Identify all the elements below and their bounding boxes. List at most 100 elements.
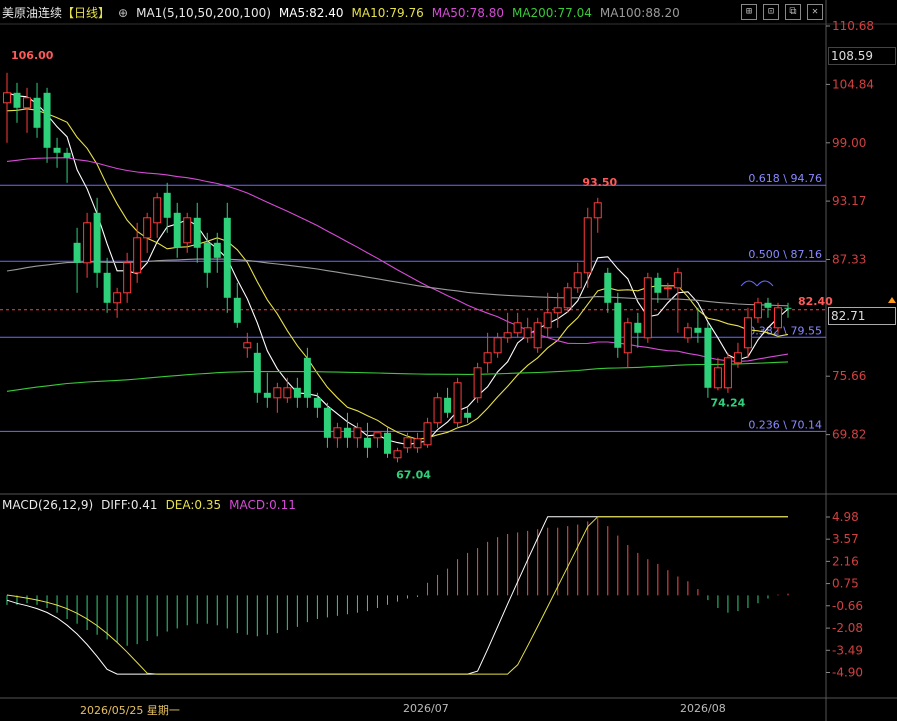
- candle-body: [573, 272, 582, 289]
- window-icon[interactable]: ⊡: [763, 4, 779, 20]
- candle-body: [363, 437, 371, 448]
- macd-tick-label: 4.98: [832, 510, 859, 524]
- candle-body: [464, 412, 472, 418]
- candle-body: [293, 387, 301, 398]
- candle-body: [73, 242, 81, 263]
- candle-body: [23, 97, 32, 109]
- candle-body: [583, 217, 592, 274]
- price-annotation: 106.00: [11, 49, 54, 62]
- candle-body: [153, 197, 162, 224]
- price-tick-label: 87.33: [832, 253, 866, 267]
- candle-body: [233, 297, 241, 323]
- candle-body: [263, 392, 271, 398]
- candle-body: [313, 397, 321, 408]
- macd-tick-label: -3.49: [832, 643, 863, 657]
- candle-body: [333, 427, 342, 439]
- candle-body: [323, 407, 331, 438]
- x-label-jul: 2026/07: [403, 702, 449, 715]
- candle-body: [3, 92, 11, 104]
- candle-body: [513, 322, 522, 334]
- candle-body: [93, 212, 101, 273]
- candle-body: [523, 327, 532, 339]
- candle-body: [63, 152, 71, 158]
- price-annotation: 67.04: [396, 468, 431, 481]
- ma50-value: MA50:78.80: [431, 6, 504, 20]
- candle-body: [343, 427, 351, 438]
- grid-icon[interactable]: ⊞: [741, 4, 757, 20]
- candle-body: [614, 302, 622, 348]
- candle-body: [163, 192, 171, 218]
- close-icon[interactable]: ✕: [807, 4, 823, 20]
- macd-dea: DEA:0.35: [165, 498, 222, 512]
- candle-body: [143, 217, 152, 239]
- candle-body: [713, 367, 722, 389]
- ma100-value: MA100:88.20: [599, 6, 680, 20]
- candle-body: [604, 272, 612, 303]
- candle-body: [123, 262, 132, 294]
- price-tick-label: 99.00: [832, 136, 866, 150]
- macd-tick-label: 0.75: [832, 577, 859, 591]
- fib-label: 0.236 \ 70.14: [748, 418, 822, 431]
- ma200-value: MA200:77.04: [511, 6, 592, 20]
- candle-body: [83, 222, 92, 264]
- candle-body: [553, 307, 562, 314]
- macd-tick-label: 3.57: [832, 532, 859, 546]
- circle-plus-icon[interactable]: ⊕: [118, 6, 128, 20]
- candle-body: [503, 332, 512, 339]
- candle-body: [393, 450, 402, 459]
- candle-body: [493, 337, 502, 354]
- macd-name[interactable]: MACD(26,12,9): [2, 498, 93, 512]
- candle-body: [353, 427, 362, 439]
- price-tick-label: 69.82: [832, 428, 866, 442]
- price-chart[interactable]: 0.618 \ 94.760.500 \ 87.160.382 \ 79.550…: [0, 0, 897, 721]
- candle-body: [383, 432, 391, 454]
- period-label[interactable]: 【日线】: [62, 6, 110, 20]
- candle-body: [33, 97, 41, 128]
- macd-tick-label: -0.66: [832, 599, 863, 613]
- upper-price-box: 108.59: [828, 47, 896, 65]
- candle-body: [654, 277, 662, 293]
- dock-icon[interactable]: ⧉: [785, 4, 801, 20]
- candle-body: [273, 387, 282, 399]
- candle-body: [753, 302, 762, 319]
- candle-body: [303, 357, 311, 398]
- macd-tick-label: -2.08: [832, 621, 863, 635]
- ma5-value: MA5:82.40: [278, 6, 344, 20]
- fib-label: 0.618 \ 94.76: [748, 172, 822, 185]
- price-annotation: 82.40: [798, 295, 833, 308]
- fib-label: 0.500 \ 87.16: [748, 248, 822, 261]
- candle-body: [483, 352, 492, 364]
- ma10-value: MA10:79.76: [351, 6, 424, 20]
- candle-body: [643, 277, 652, 339]
- candle-body: [253, 352, 261, 393]
- candle-body: [543, 312, 552, 329]
- candle-body: [444, 397, 452, 413]
- candle-body: [193, 217, 201, 248]
- candle-body: [473, 367, 482, 399]
- ma-set-label[interactable]: MA1(5,10,50,200,100): [136, 6, 271, 20]
- candle-body: [673, 272, 682, 289]
- candle-body: [683, 327, 692, 339]
- candle-body: [773, 307, 782, 329]
- current-price-box: 82.71: [828, 307, 896, 325]
- candle-body: [53, 147, 61, 153]
- candle-body: [183, 217, 192, 244]
- macd-diff: DIFF:0.41: [101, 498, 158, 512]
- macd-tick-label: 2.16: [832, 554, 859, 568]
- candle-body: [694, 327, 702, 333]
- candle-body: [43, 92, 51, 148]
- macd-tick-label: -4.90: [832, 666, 863, 680]
- chart-background: [0, 0, 897, 721]
- candle-body: [733, 352, 742, 364]
- candle-body: [743, 317, 752, 349]
- candle-body: [723, 357, 732, 389]
- candle-body: [373, 432, 382, 439]
- symbol-name: 美原油连续: [2, 6, 63, 20]
- candle-body: [453, 382, 462, 424]
- window-toolbar: ⊞ ⊡ ⧉ ✕: [741, 4, 823, 20]
- candle-body: [593, 202, 602, 219]
- x-label-start: 2026/05/25 星期一: [80, 704, 180, 717]
- candle-body: [173, 212, 181, 248]
- candle-body: [113, 292, 122, 304]
- candle-body: [634, 322, 642, 333]
